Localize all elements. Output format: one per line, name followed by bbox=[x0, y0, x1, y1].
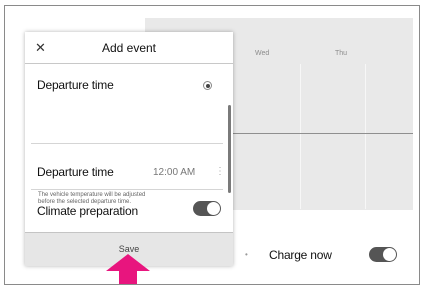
divider bbox=[31, 143, 223, 144]
grid-line bbox=[300, 64, 301, 209]
grid-line bbox=[365, 64, 366, 209]
dialog-header: ✕ Add event bbox=[25, 32, 233, 64]
charge-now-label: Charge now bbox=[269, 248, 332, 262]
day-header-thu: Thu bbox=[335, 50, 348, 57]
charge-now-toggle[interactable] bbox=[369, 247, 397, 262]
scrollbar[interactable] bbox=[228, 105, 231, 193]
more-options-icon[interactable]: ⋮ bbox=[215, 166, 225, 177]
climate-description: The vehicle temperature will be adjusted… bbox=[38, 192, 146, 205]
climate-preparation-toggle[interactable] bbox=[193, 201, 221, 216]
charge-bullet: • bbox=[245, 250, 248, 259]
add-event-dialog: ✕ Add event Departure time Departure tim… bbox=[25, 32, 233, 266]
climate-preparation-label: Climate preparation bbox=[37, 204, 138, 218]
radio-selected-icon[interactable] bbox=[203, 81, 212, 90]
divider bbox=[31, 189, 223, 190]
dialog-body: Departure time Departure time 12:00 AM ⋮… bbox=[25, 65, 233, 232]
toggle-knob bbox=[207, 202, 220, 215]
toggle-knob bbox=[383, 248, 396, 261]
charge-now-row: • Charge now bbox=[245, 244, 405, 264]
departure-time-label: Departure time bbox=[37, 165, 114, 179]
pointer-arrow-icon bbox=[106, 254, 150, 284]
departure-time-value[interactable]: 12:00 AM bbox=[153, 167, 195, 178]
dialog-title: Add event bbox=[101, 41, 157, 55]
day-header-wed: Wed bbox=[255, 50, 270, 57]
screen-frame: Wed Thu • Charge now ✕ Add event Departu… bbox=[4, 5, 420, 285]
departure-time-header[interactable]: Departure time bbox=[37, 78, 114, 92]
